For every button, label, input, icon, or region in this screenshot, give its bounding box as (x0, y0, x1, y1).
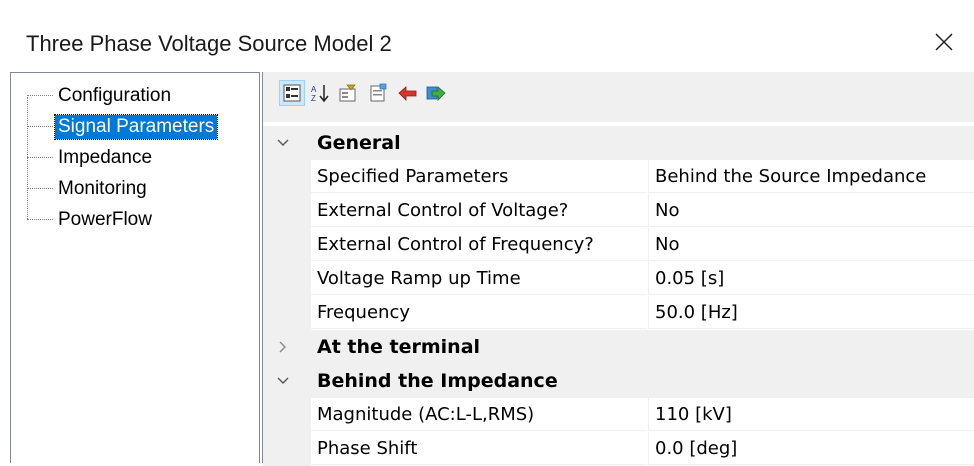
tree-item-impedance[interactable]: Impedance (27, 145, 155, 171)
property-toolbar: A Z (263, 72, 974, 122)
row-gutter (263, 398, 311, 432)
expand-toggle[interactable] (263, 330, 303, 364)
tree-connector (27, 219, 53, 221)
property-value[interactable]: Behind the Source Impedance (648, 160, 974, 193)
property-pages-button[interactable] (365, 80, 391, 106)
tree-connector (27, 126, 53, 128)
property-row[interactable]: Magnitude (AC:L-L,RMS) 110 [kV] (263, 398, 974, 432)
tree-connector (27, 95, 53, 97)
svg-text:Z: Z (311, 94, 316, 103)
property-name: External Control of Voltage? (311, 194, 647, 227)
properties-button[interactable] (335, 80, 361, 106)
category-label: At the terminal (317, 336, 481, 358)
tree-item-label: Monitoring (58, 178, 147, 199)
chevron-right-icon (279, 341, 286, 353)
row-gutter (263, 194, 311, 228)
property-value[interactable]: 110 [kV] (648, 398, 974, 431)
tree-item-signal-parameters[interactable]: Signal Parameters (27, 114, 219, 140)
close-icon (935, 33, 953, 51)
title-bar: Three Phase Voltage Source Model 2 (0, 0, 974, 72)
row-gutter (263, 160, 311, 194)
property-row[interactable]: Frequency 50.0 [Hz] (263, 296, 974, 330)
property-value[interactable]: 0.05 [s] (648, 262, 974, 295)
property-value[interactable]: No (648, 194, 974, 227)
properties-icon (339, 84, 356, 102)
property-name: Voltage Ramp up Time (311, 262, 647, 295)
property-row[interactable]: Specified Parameters Behind the Source I… (263, 160, 974, 194)
property-name: Magnitude (AC:L-L,RMS) (311, 398, 647, 431)
row-gutter (263, 228, 311, 262)
property-row[interactable]: Phase Shift 0.0 [deg] (263, 432, 974, 466)
property-row[interactable]: External Control of Frequency? No (263, 228, 974, 262)
close-button[interactable] (914, 16, 974, 68)
export-icon (426, 86, 446, 101)
alphabetical-sort-button[interactable]: A Z (307, 80, 333, 106)
category-at-the-terminal[interactable]: At the terminal (263, 330, 974, 364)
tree-item-label: Impedance (58, 147, 153, 168)
import-icon (398, 86, 417, 101)
property-value[interactable]: 0.0 [deg] (648, 432, 974, 465)
categorized-icon (283, 84, 301, 102)
property-value[interactable]: 50.0 [Hz] (648, 296, 974, 329)
window-title: Three Phase Voltage Source Model 2 (26, 31, 392, 56)
row-gutter (263, 296, 311, 330)
category-general[interactable]: General (263, 126, 974, 160)
tree-item-powerflow[interactable]: PowerFlow (27, 207, 155, 233)
tree-connector (27, 188, 53, 190)
property-row[interactable]: Voltage Ramp up Time 0.05 [s] (263, 262, 974, 296)
tree-item-monitoring[interactable]: Monitoring (27, 176, 150, 202)
tree-item-label: PowerFlow (58, 209, 152, 230)
tree-item-configuration[interactable]: Configuration (27, 83, 174, 109)
property-name: Frequency (311, 296, 647, 329)
row-gutter (263, 432, 311, 466)
export-button[interactable] (423, 80, 449, 106)
category-tree: Configuration Signal Parameters Impedanc… (10, 72, 260, 463)
alphabetical-sort-icon: A Z (311, 85, 329, 103)
category-behind-the-impedance[interactable]: Behind the Impedance (263, 364, 974, 398)
property-pages-icon (370, 83, 387, 102)
svg-text:A: A (311, 85, 317, 94)
chevron-down-icon (277, 139, 289, 146)
property-name: Specified Parameters (311, 160, 647, 193)
property-row[interactable]: External Control of Voltage? No (263, 194, 974, 228)
import-button[interactable] (395, 80, 421, 106)
property-value[interactable]: No (648, 228, 974, 261)
tree-item-label: Signal Parameters (53, 114, 219, 140)
chevron-down-icon (277, 377, 289, 384)
category-label: Behind the Impedance (317, 370, 558, 392)
tree-connector (27, 157, 53, 159)
tree-item-label: Configuration (58, 85, 172, 106)
property-panel: A Z General Specified Parameters Behind … (262, 72, 974, 466)
row-gutter (263, 262, 311, 296)
property-name: External Control of Frequency? (311, 228, 647, 261)
collapse-toggle[interactable] (263, 364, 303, 398)
collapse-toggle[interactable] (263, 126, 303, 160)
category-label: General (317, 132, 401, 154)
categorized-button[interactable] (279, 80, 305, 106)
property-name: Phase Shift (311, 432, 647, 465)
